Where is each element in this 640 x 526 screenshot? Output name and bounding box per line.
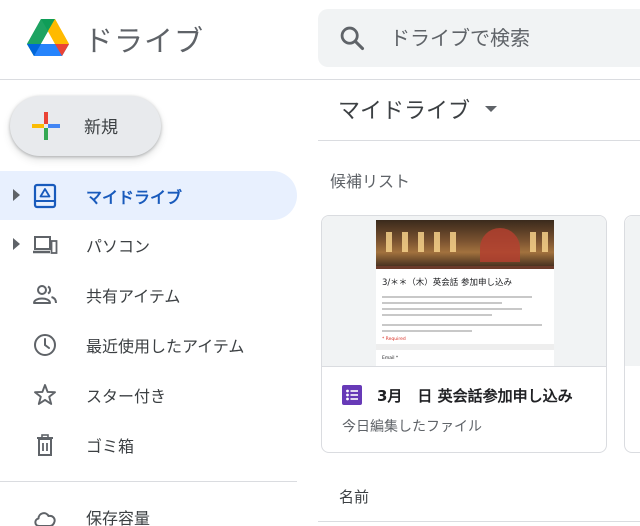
- sidebar-item-storage[interactable]: 保存容量: [0, 492, 297, 526]
- main-divider: [318, 140, 640, 141]
- sidebar-item-starred[interactable]: スター付き: [0, 370, 297, 419]
- file-meta: 今日編集したファイル: [342, 419, 482, 435]
- app-header: ドライブ: [0, 0, 640, 80]
- list-divider: [318, 521, 640, 522]
- search-input[interactable]: [390, 22, 640, 54]
- sidebar-item-label: パソコン: [86, 237, 151, 256]
- star-icon: [34, 384, 56, 405]
- sidebar-item-label: スター付き: [86, 387, 167, 406]
- file-thumbnail: 3/＊＊（木）英会話 参加申し込み * Required Email *: [322, 216, 606, 366]
- my-drive-icon: [33, 183, 57, 209]
- storage-label: 保存容量: [86, 509, 151, 526]
- new-button[interactable]: 新規: [10, 96, 161, 156]
- file-name: 3月 日 英会話参加申し込み: [377, 387, 573, 405]
- expand-arrow-icon[interactable]: [13, 238, 20, 250]
- search-icon[interactable]: [338, 24, 366, 52]
- suggested-file-card[interactable]: 3/＊＊（木）英会話 参加申し込み * Required Email * 3月 …: [321, 215, 607, 453]
- chevron-down-icon[interactable]: [485, 106, 497, 112]
- form-preview-title: 3/＊＊（木）英会話 参加申し込み: [382, 278, 512, 288]
- form-preview: 3/＊＊（木）英会話 参加申し込み * Required Email *: [376, 220, 554, 366]
- sidebar-item-trash[interactable]: ゴミ箱: [0, 420, 297, 469]
- computer-icon: [33, 236, 58, 254]
- sidebar-item-label: ゴミ箱: [86, 437, 135, 456]
- cloud-icon: [34, 512, 56, 526]
- sidebar-item-label: マイドライブ: [86, 188, 183, 207]
- file-thumbnail: [625, 216, 640, 366]
- trash-icon: [37, 434, 53, 456]
- page-title[interactable]: マイドライブ: [338, 93, 470, 125]
- suggested-file-card-partial[interactable]: [624, 215, 640, 453]
- sidebar-item-recent[interactable]: 最近使用したアイテム: [0, 320, 297, 369]
- suggested-section-label: 候補リスト: [330, 172, 411, 191]
- sidebar-item-label: 共有アイテム: [86, 287, 181, 306]
- expand-arrow-icon[interactable]: [13, 189, 20, 201]
- sidebar-item-computers[interactable]: パソコン: [0, 220, 297, 269]
- new-button-label: 新規: [84, 118, 118, 138]
- card-info: 3月 日 英会話参加申し込み 今日編集したファイル: [322, 366, 606, 452]
- google-drive-logo-icon[interactable]: [24, 14, 72, 62]
- sidebar-item-label: 最近使用したアイテム: [86, 337, 245, 356]
- app-title[interactable]: ドライブ: [84, 18, 204, 60]
- search-bar[interactable]: [318, 9, 640, 67]
- google-forms-icon: [342, 385, 362, 405]
- sidebar-item-my-drive[interactable]: マイドライブ: [0, 171, 297, 220]
- form-banner-image: [376, 220, 554, 266]
- shared-icon: [33, 285, 57, 304]
- clock-icon: [34, 334, 56, 356]
- sidebar-divider: [0, 481, 297, 482]
- plus-icon: [32, 112, 60, 140]
- column-header-name[interactable]: 名前: [339, 486, 369, 507]
- sidebar-item-shared[interactable]: 共有アイテム: [0, 270, 297, 319]
